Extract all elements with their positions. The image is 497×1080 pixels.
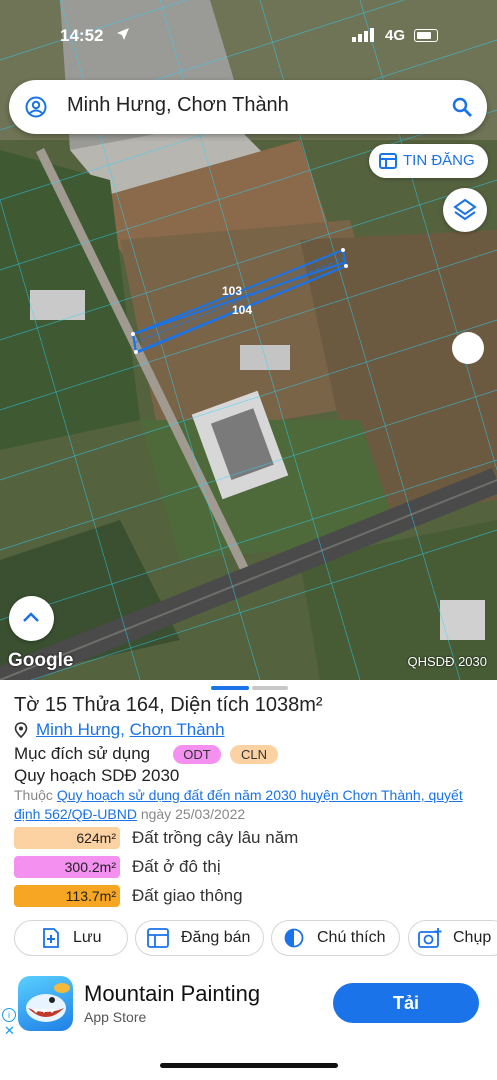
capture-button[interactable]: Chụp xyxy=(408,920,497,956)
area-label: Đất trồng cây lâu năm xyxy=(132,828,299,847)
map-pin-icon xyxy=(14,722,28,738)
ad-install-button[interactable]: Tải xyxy=(333,983,479,1023)
area-value: 300.2m² xyxy=(14,856,120,878)
plan-source-date: ngày 25/03/2022 xyxy=(140,806,246,822)
location-arrow-icon xyxy=(117,28,129,40)
map-control-dot[interactable] xyxy=(452,332,484,364)
plan-source: Thuộc Quy hoạch sử dụng đất đến năm 2030… xyxy=(14,786,484,824)
ad-title[interactable]: Mountain Painting xyxy=(84,981,260,1007)
address-commune-link[interactable]: Minh Hưng xyxy=(36,720,120,739)
listing-icon xyxy=(379,153,397,169)
tin-dang-button[interactable]: TIN ĐĂNG xyxy=(369,144,488,178)
search-bar[interactable]: Minh Hưng, Chơn Thành xyxy=(9,80,487,134)
address-separator: , xyxy=(120,720,125,739)
legend-label: Chú thích xyxy=(317,929,386,946)
capture-label: Chụp xyxy=(453,929,492,946)
shark-game-icon xyxy=(26,983,70,1022)
ad-app-icon[interactable] xyxy=(18,976,73,1031)
area-value: 113.7m² xyxy=(14,885,120,907)
parcel-title: Tờ 15 Thửa 164, Diện tích 1038m² xyxy=(14,694,323,716)
plan-source-prefix: Thuộc xyxy=(14,787,53,803)
google-logo: Google xyxy=(8,650,74,671)
overlay-label: QHSDĐ 2030 xyxy=(407,654,487,669)
area-label: Đất giao thông xyxy=(132,886,243,905)
plot-label-103: 103 xyxy=(222,284,243,298)
sell-button[interactable]: Đăng bán xyxy=(135,920,264,956)
battery-icon xyxy=(414,29,438,42)
panel-handle-active[interactable] xyxy=(211,686,249,690)
address-district-link[interactable]: Chơn Thành xyxy=(130,720,225,739)
ad-close-icon[interactable]: ✕ xyxy=(4,1023,15,1039)
tin-dang-label: TIN ĐĂNG xyxy=(403,152,475,169)
save-label: Lưu xyxy=(73,929,102,946)
network-type: 4G xyxy=(385,27,406,44)
layers-icon xyxy=(453,198,477,221)
add-photo-icon xyxy=(418,928,442,948)
ad-store: App Store xyxy=(84,1009,147,1025)
purpose-badge-cln: CLN xyxy=(230,745,278,764)
sell-label: Đăng bán xyxy=(181,929,251,946)
search-icon[interactable] xyxy=(451,96,473,118)
legend-button[interactable]: Chú thích xyxy=(271,920,400,956)
panel-handle[interactable] xyxy=(252,686,288,690)
account-icon[interactable] xyxy=(25,96,47,118)
map-view[interactable]: 103 104 14:52 4G Minh Hưng, Chơn Thành T… xyxy=(0,0,497,680)
search-title[interactable]: Minh Hưng, Chơn Thành xyxy=(67,94,289,117)
plot-label-104: 104 xyxy=(232,303,253,317)
expand-panel-button[interactable] xyxy=(9,596,54,641)
add-document-icon xyxy=(43,928,59,948)
layers-button[interactable] xyxy=(443,188,487,232)
ad-banner[interactable]: Mountain Painting App Store Tải i ✕ xyxy=(0,960,497,1042)
contrast-icon xyxy=(284,928,304,948)
home-indicator[interactable] xyxy=(160,1063,338,1068)
signal-icon xyxy=(352,28,374,42)
status-bar: 14:52 4G xyxy=(0,22,497,52)
purpose-label: Mục đích sử dụng xyxy=(14,744,151,763)
save-button[interactable]: Lưu xyxy=(14,920,128,956)
area-value: 624m² xyxy=(14,827,120,849)
purpose-badge-odt: ODT xyxy=(173,745,221,764)
ad-info-icon[interactable]: i xyxy=(2,1008,16,1022)
listing-icon xyxy=(147,928,169,948)
chevron-up-icon xyxy=(23,612,39,622)
plan-label: Quy hoạch SDĐ 2030 xyxy=(14,766,180,785)
area-label: Đất ở đô thị xyxy=(132,857,221,876)
status-time: 14:52 xyxy=(60,26,104,45)
